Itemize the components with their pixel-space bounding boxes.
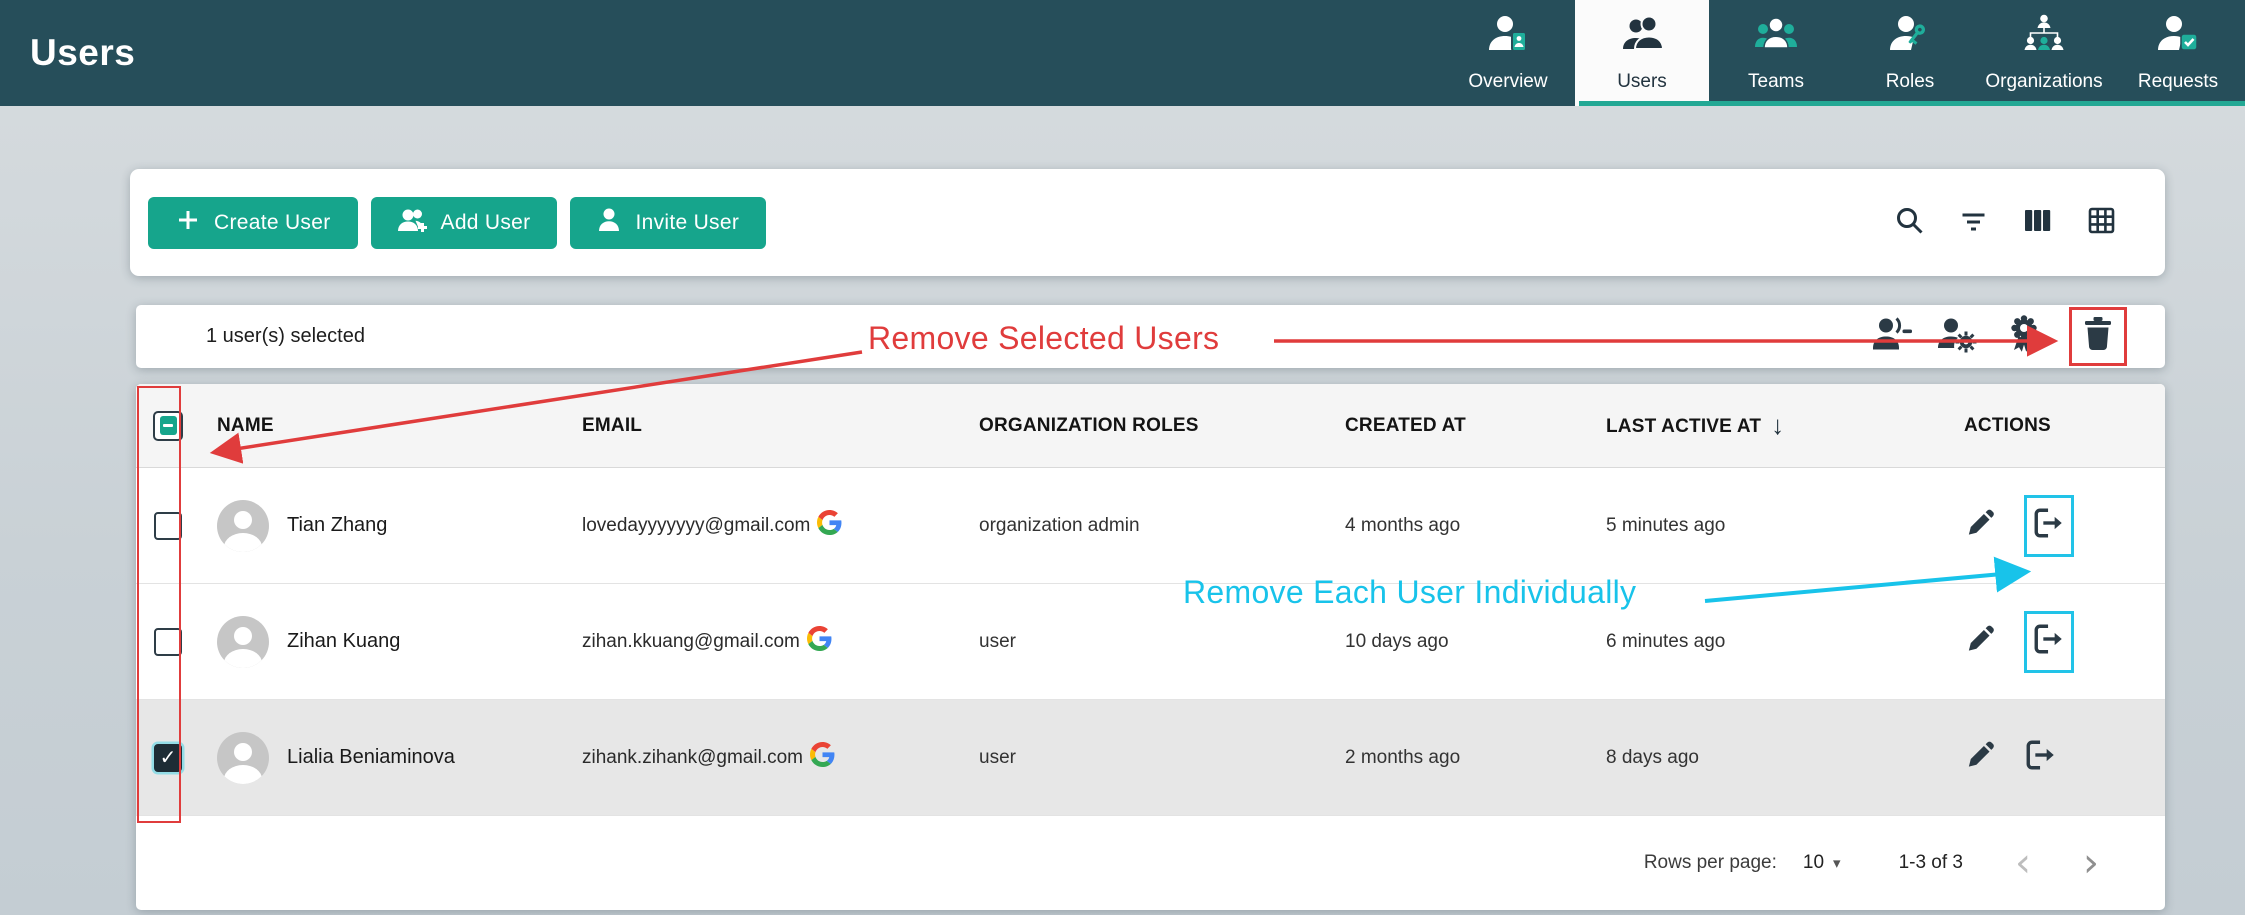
remove-user-row-highlight: [2024, 495, 2074, 557]
user-name: Zihan Kuang: [287, 630, 400, 653]
remove-user-row-highlight: [2024, 611, 2074, 673]
table-row[interactable]: ✓ Lialia Beniaminova zihank.zihank@gmail…: [136, 700, 2165, 816]
person-add-icon: [398, 206, 428, 239]
remove-user-icon[interactable]: [1871, 314, 1913, 359]
created-at: 10 days ago: [1328, 631, 1589, 653]
delete-selected-icon[interactable]: [2077, 314, 2119, 359]
remove-user-row-icon[interactable]: [2032, 505, 2066, 547]
table-footer: Rows per page: 10 ▾ 1-3 of 3 ‹ ›: [136, 816, 2165, 910]
tab-organizations[interactable]: Organizations: [1977, 0, 2111, 106]
organizations-icon: [2022, 12, 2066, 62]
tab-roles[interactable]: Roles: [1843, 0, 1977, 106]
google-icon: [810, 742, 835, 773]
sort-desc-icon[interactable]: ↓: [1771, 410, 1784, 440]
table-row[interactable]: Tian Zhang lovedayyyyyyy@gmail.com organ…: [136, 468, 2165, 584]
last-active-at: 6 minutes ago: [1589, 631, 1947, 653]
certify-user-icon[interactable]: [2003, 314, 2045, 359]
tab-teams[interactable]: Teams: [1709, 0, 1843, 106]
grid-view-icon[interactable]: [2086, 205, 2117, 241]
remove-user-row-icon[interactable]: [2032, 621, 2066, 663]
edit-user-icon[interactable]: [1964, 622, 1997, 661]
org-role: organization admin: [962, 515, 1328, 537]
toolbar: Create User Add User Invite User: [130, 169, 2165, 276]
user-name: Lialia Beniaminova: [287, 746, 455, 769]
tab-overview[interactable]: Overview: [1441, 0, 1575, 106]
column-header-name[interactable]: NAME: [200, 415, 565, 437]
search-icon[interactable]: [1894, 205, 1925, 241]
create-user-button[interactable]: Create User: [148, 197, 358, 249]
remove-user-row-icon[interactable]: [2024, 737, 2058, 779]
org-role: user: [962, 631, 1328, 653]
rows-per-page-select[interactable]: 10 ▾: [1803, 852, 1841, 874]
user-settings-icon[interactable]: [1937, 314, 1979, 359]
person-invite-icon: [597, 206, 622, 239]
annotation-remove-individual: Remove Each User Individually: [1183, 574, 1636, 611]
edit-user-icon[interactable]: [1964, 506, 1997, 545]
plus-icon: [175, 207, 201, 239]
column-header-last-active[interactable]: LAST ACTIVE AT↓: [1589, 410, 1947, 441]
tab-label: Organizations: [1985, 71, 2102, 93]
selection-count-text: 1 user(s) selected: [206, 325, 365, 348]
roles-icon: [1888, 12, 1932, 62]
tab-requests[interactable]: Requests: [2111, 0, 2245, 106]
org-role: user: [962, 747, 1328, 769]
app-header: Users Overview Users: [0, 0, 2245, 106]
tab-label: Requests: [2138, 71, 2218, 93]
annotation-remove-selected: Remove Selected Users: [868, 320, 1219, 357]
avatar: [217, 732, 269, 784]
tab-label: Teams: [1748, 71, 1804, 93]
rows-per-page-label: Rows per page:: [1644, 852, 1777, 874]
prev-page-icon[interactable]: ‹: [2015, 843, 2031, 883]
filter-icon[interactable]: [1958, 205, 1989, 241]
add-user-button[interactable]: Add User: [371, 197, 558, 249]
next-page-icon[interactable]: ›: [2083, 843, 2099, 883]
tab-label: Overview: [1468, 71, 1547, 93]
user-name: Tian Zhang: [287, 514, 387, 537]
users-table: NAME EMAIL ORGANIZATION ROLES CREATED AT…: [136, 384, 2165, 910]
delete-selected-highlight: [2069, 307, 2127, 366]
avatar: [217, 500, 269, 552]
checkbox-column-highlight: [137, 386, 181, 823]
google-icon: [807, 626, 832, 657]
teams-icon: [1754, 12, 1798, 62]
avatar: [217, 616, 269, 668]
last-active-at: 5 minutes ago: [1589, 515, 1947, 537]
selection-actions: [1871, 307, 2127, 366]
dropdown-caret-icon: ▾: [1833, 854, 1841, 872]
tab-label: Users: [1617, 71, 1667, 93]
created-at: 2 months ago: [1328, 747, 1589, 769]
column-header-actions: ACTIONS: [1947, 415, 2165, 437]
tab-users[interactable]: Users: [1575, 0, 1709, 106]
tab-label: Roles: [1886, 71, 1935, 93]
table-row[interactable]: Zihan Kuang zihan.kkuang@gmail.com user …: [136, 584, 2165, 700]
user-email: zihan.kkuang@gmail.com: [582, 631, 800, 653]
column-header-org-roles[interactable]: ORGANIZATION ROLES: [962, 415, 1328, 437]
table-header-row: NAME EMAIL ORGANIZATION ROLES CREATED AT…: [136, 384, 2165, 468]
pagination-range: 1-3 of 3: [1899, 852, 1963, 874]
column-header-email[interactable]: EMAIL: [565, 415, 962, 437]
nav-active-underline: [1579, 101, 2245, 106]
requests-icon: [2156, 12, 2200, 62]
invite-user-button[interactable]: Invite User: [570, 197, 766, 249]
column-header-created-at[interactable]: CREATED AT: [1328, 415, 1589, 437]
page-title: Users: [30, 32, 135, 74]
users-icon: [1620, 12, 1664, 62]
view-columns-icon[interactable]: [2022, 205, 2053, 241]
user-email: lovedayyyyyyy@gmail.com: [582, 515, 810, 537]
created-at: 4 months ago: [1328, 515, 1589, 537]
last-active-at: 8 days ago: [1589, 747, 1947, 769]
edit-user-icon[interactable]: [1964, 738, 1997, 777]
overview-icon: [1486, 12, 1530, 62]
google-icon: [817, 510, 842, 541]
toolbar-view-icons: [1894, 205, 2117, 241]
main-nav: Overview Users Teams: [1441, 0, 2245, 106]
user-email: zihank.zihank@gmail.com: [582, 747, 803, 769]
